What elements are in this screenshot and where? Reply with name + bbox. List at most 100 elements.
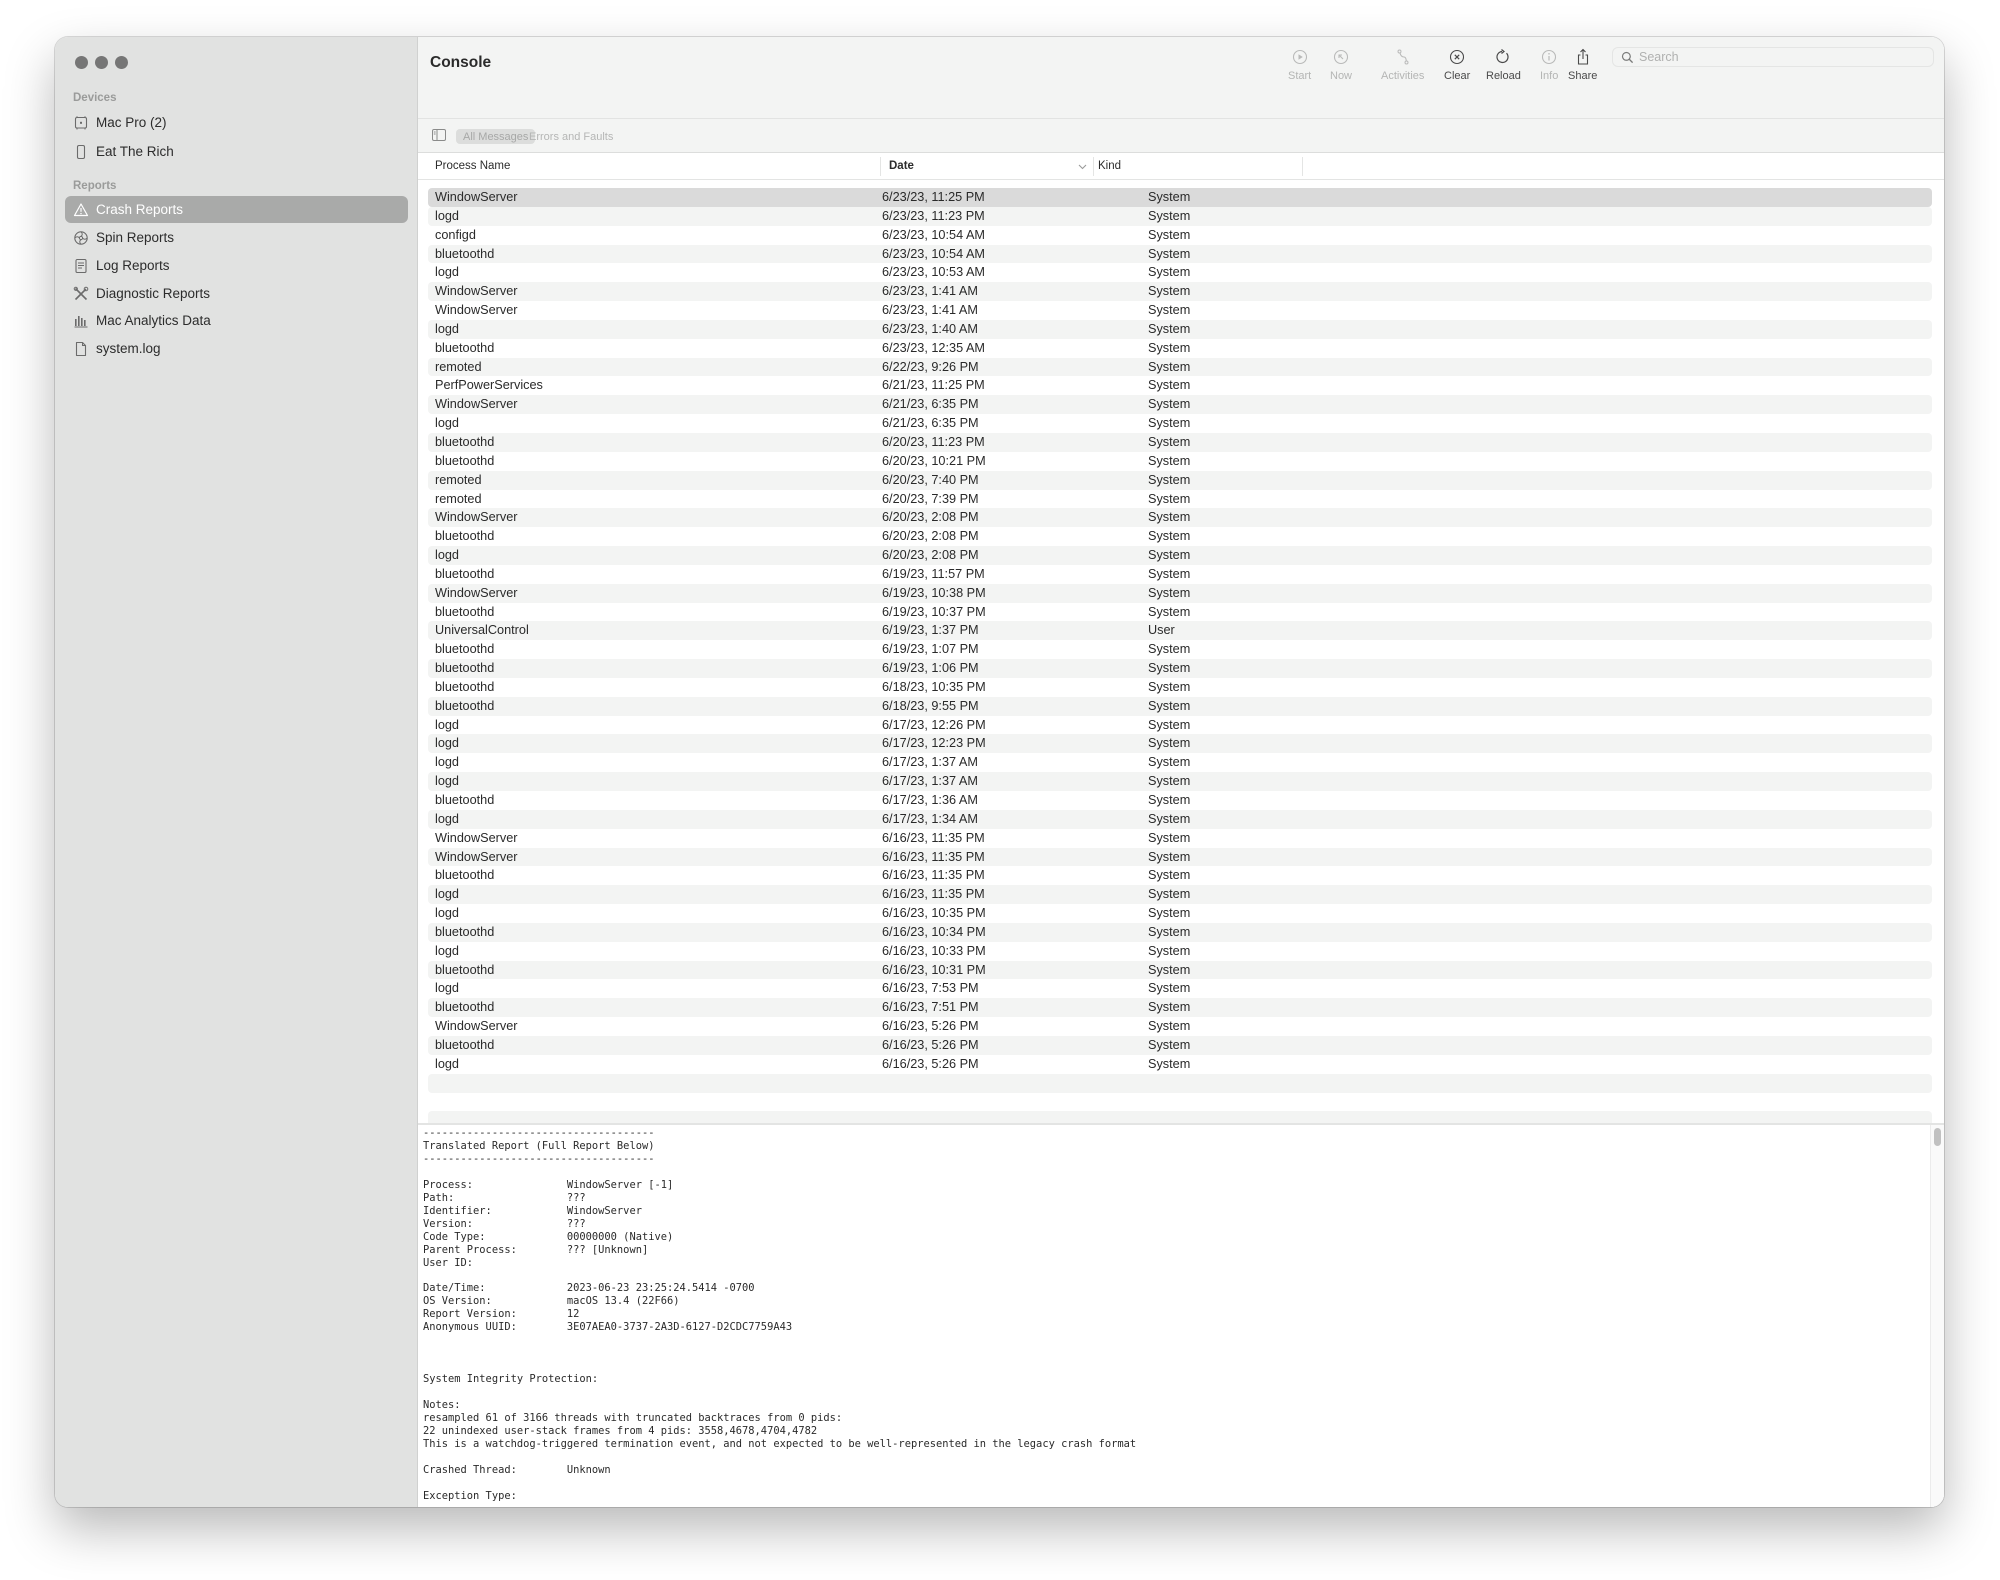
table-row[interactable]: bluetoothd 6/16/23, 5:26 PM System (428, 1035, 1932, 1055)
zoom-window-button[interactable] (115, 56, 128, 69)
table-row[interactable]: remoted 6/22/23, 9:26 PM System (428, 357, 1932, 377)
table-row[interactable]: logd 6/21/23, 6:35 PM System (428, 414, 1932, 433)
process-name-cell: bluetoothd (435, 566, 495, 581)
process-name-cell: bluetoothd (435, 1000, 495, 1015)
table-row[interactable]: remoted 6/20/23, 7:40 PM System (428, 470, 1932, 490)
table-row[interactable]: logd 6/23/23, 11:23 PM System (428, 206, 1932, 226)
share-button[interactable]: Share (1568, 48, 1597, 82)
sidebar-item-system-log[interactable]: system.log (65, 335, 408, 362)
scrollbar-thumb[interactable] (1934, 1128, 1941, 1146)
sidebar-toggle-icon[interactable] (432, 129, 446, 141)
filter-errors-and-faults[interactable]: Errors and Faults (522, 129, 620, 144)
table-row[interactable]: logd 6/16/23, 10:33 PM System (428, 942, 1932, 961)
process-name-cell: bluetoothd (435, 962, 495, 977)
column-process-name[interactable]: Process Name (435, 160, 510, 172)
date-cell: 6/23/23, 1:40 AM (882, 321, 978, 336)
table-row[interactable]: logd 6/16/23, 11:35 PM System (428, 885, 1932, 905)
table-row[interactable]: logd 6/23/23, 1:40 AM System (428, 319, 1932, 339)
table-row[interactable]: logd 6/17/23, 1:34 AM System (428, 809, 1932, 829)
table-row[interactable]: bluetoothd 6/19/23, 1:06 PM System (428, 659, 1932, 678)
date-cell: 6/19/23, 10:38 PM (882, 585, 986, 600)
table-row[interactable]: logd 6/16/23, 5:26 PM System (428, 1055, 1932, 1074)
kind-cell: System (1148, 566, 1191, 581)
table-row[interactable]: bluetoothd 6/23/23, 12:35 AM System (428, 339, 1932, 358)
table-row[interactable]: logd 6/16/23, 10:35 PM System (428, 904, 1932, 923)
table-row[interactable]: PerfPowerServices 6/21/23, 11:25 PM System (428, 376, 1932, 395)
sidebar-item-label: Mac Analytics Data (96, 313, 211, 328)
table-row[interactable]: bluetoothd 6/19/23, 10:37 PM System (428, 603, 1932, 622)
table-row[interactable]: bluetoothd 6/20/23, 2:08 PM System (428, 527, 1932, 546)
date-cell: 6/16/23, 10:33 PM (882, 943, 986, 958)
sidebar-item-eat-the-rich[interactable]: Eat The Rich (65, 138, 408, 165)
sidebar-item-crash-reports[interactable]: Crash Reports (65, 196, 408, 223)
filter-bar: All Messages Errors and Faults (418, 119, 1944, 153)
clear-button[interactable]: Clear (1444, 48, 1470, 82)
table-row[interactable]: logd 6/17/23, 12:26 PM System (428, 716, 1932, 735)
column-divider[interactable] (880, 157, 881, 176)
table-row[interactable]: bluetoothd 6/16/23, 10:34 PM System (428, 922, 1932, 942)
sidebar-item-mac-pro[interactable]: Mac Pro (2) (65, 109, 408, 136)
column-divider[interactable] (1302, 157, 1303, 176)
date-cell: 6/17/23, 1:34 AM (882, 811, 978, 826)
table-row[interactable]: WindowServer 6/16/23, 11:35 PM System (428, 847, 1932, 867)
sidebar-item-mac-analytics-data[interactable]: Mac Analytics Data (65, 307, 408, 334)
sidebar-item-label: Mac Pro (2) (96, 115, 167, 130)
table-row[interactable]: logd 6/23/23, 10:53 AM System (428, 263, 1932, 282)
table-row[interactable]: WindowServer 6/21/23, 6:35 PM System (428, 395, 1932, 415)
date-cell: 6/19/23, 11:57 PM (882, 566, 985, 581)
detail-scrollbar[interactable] (1930, 1125, 1944, 1507)
table-row[interactable]: bluetoothd 6/19/23, 1:07 PM System (428, 640, 1932, 659)
sort-chevron-down-icon[interactable] (1078, 164, 1087, 170)
start-button[interactable]: Start (1288, 48, 1311, 82)
process-name-cell: UniversalControl (435, 623, 529, 638)
table-row[interactable]: logd 6/17/23, 12:23 PM System (428, 734, 1932, 754)
process-name-cell: WindowServer (435, 397, 518, 412)
sidebar-item-diagnostic-reports[interactable]: Diagnostic Reports (65, 280, 408, 307)
table-row[interactable]: WindowServer 6/16/23, 5:26 PM System (428, 1017, 1932, 1036)
date-cell: 6/21/23, 6:35 PM (882, 397, 979, 412)
table-row[interactable]: WindowServer 6/16/23, 11:35 PM System (428, 829, 1932, 848)
table-row[interactable]: configd 6/23/23, 10:54 AM System (428, 226, 1932, 245)
table-row[interactable]: WindowServer 6/20/23, 2:08 PM System (428, 508, 1932, 528)
column-date[interactable]: Date (889, 160, 914, 172)
minimize-window-button[interactable] (95, 56, 108, 69)
table-row[interactable]: bluetoothd 6/17/23, 1:36 AM System (428, 791, 1932, 810)
table-row[interactable]: logd 6/17/23, 1:37 AM System (428, 772, 1932, 791)
info-button[interactable]: Info (1540, 48, 1558, 82)
column-divider[interactable] (1093, 157, 1094, 176)
activities-button[interactable]: Activities (1381, 48, 1424, 82)
search-field[interactable] (1612, 47, 1934, 67)
reload-button[interactable]: Reload (1486, 48, 1521, 82)
column-kind[interactable]: Kind (1098, 160, 1121, 172)
table-row[interactable]: bluetoothd 6/20/23, 10:21 PM System (428, 452, 1932, 471)
table-row[interactable]: bluetoothd 6/16/23, 10:31 PM System (428, 960, 1932, 980)
table-row[interactable]: WindowServer 6/19/23, 10:38 PM System (428, 583, 1932, 603)
table-row[interactable]: logd 6/17/23, 1:37 AM System (428, 753, 1932, 772)
date-cell: 6/19/23, 1:06 PM (882, 661, 979, 676)
table-row[interactable]: bluetoothd 6/16/23, 7:51 PM System (428, 998, 1932, 1018)
table-row[interactable]: bluetoothd 6/20/23, 11:23 PM System (428, 432, 1932, 452)
table-row[interactable]: remoted 6/20/23, 7:39 PM System (428, 490, 1932, 509)
sidebar-item-log-reports[interactable]: Log Reports (65, 252, 408, 279)
table-row[interactable]: logd 6/20/23, 2:08 PM System (428, 546, 1932, 565)
process-name-cell: bluetoothd (435, 868, 495, 883)
table-row[interactable]: UniversalControl 6/19/23, 1:37 PM User (428, 621, 1932, 641)
table-row[interactable]: bluetoothd 6/23/23, 10:54 AM System (428, 244, 1932, 264)
sidebar-item-spin-reports[interactable]: Spin Reports (65, 224, 408, 251)
search-input[interactable] (1639, 50, 1919, 64)
table-row[interactable]: bluetoothd 6/16/23, 11:35 PM System (428, 866, 1932, 885)
date-cell: 6/20/23, 2:08 PM (882, 548, 979, 563)
table-row[interactable]: logd 6/16/23, 7:53 PM System (428, 979, 1932, 998)
now-button[interactable]: Now (1330, 48, 1352, 82)
close-window-button[interactable] (75, 56, 88, 69)
date-cell: 6/20/23, 2:08 PM (882, 529, 979, 544)
clear-x-circle-icon (1450, 49, 1465, 65)
table-row[interactable]: WindowServer 6/23/23, 1:41 AM System (428, 301, 1932, 320)
table-row[interactable]: WindowServer 6/23/23, 1:41 AM System (428, 282, 1932, 302)
table-row[interactable]: WindowServer 6/23/23, 11:25 PM System (428, 188, 1932, 207)
kind-cell: System (1148, 661, 1191, 676)
kind-cell: System (1148, 208, 1191, 223)
table-row[interactable]: bluetoothd 6/18/23, 9:55 PM System (428, 696, 1932, 716)
table-row[interactable]: bluetoothd 6/18/23, 10:35 PM System (428, 678, 1932, 697)
table-row[interactable]: bluetoothd 6/19/23, 11:57 PM System (428, 565, 1932, 584)
